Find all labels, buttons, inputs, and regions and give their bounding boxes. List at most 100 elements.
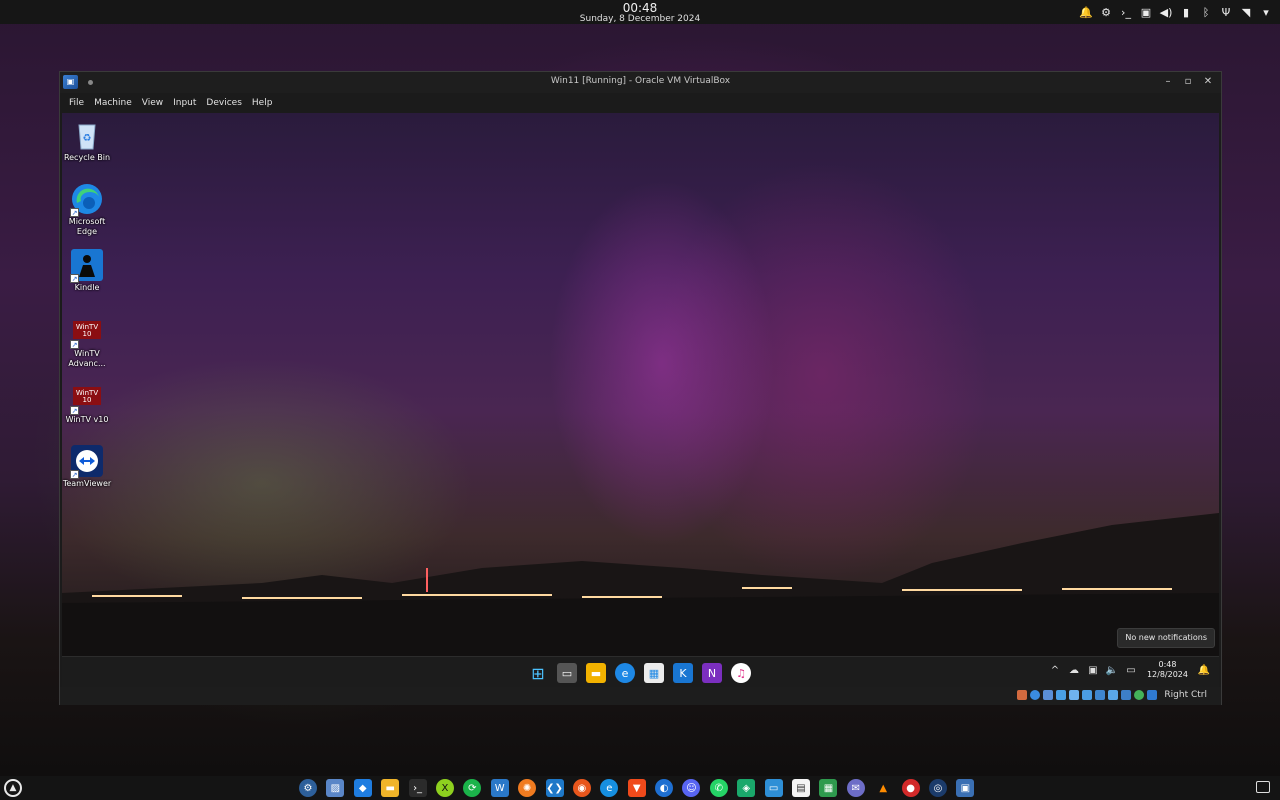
wifi-icon[interactable]: ◥	[1238, 4, 1254, 20]
menu-down-icon[interactable]: ▾	[1258, 4, 1274, 20]
notification-bell-icon[interactable]: 🔔	[1197, 665, 1211, 676]
wintv-icon: WinTV 10 ↗	[70, 315, 103, 349]
guest-additions-icon[interactable]	[1134, 690, 1145, 700]
mouse-integration-icon[interactable]	[1147, 690, 1158, 700]
window-title-bar[interactable]: ▣ Win11 [Running] - Oracle VM VirtualBox…	[60, 72, 1221, 93]
close-button[interactable]: ✕	[1199, 74, 1217, 90]
terminal-app-icon[interactable]: ›_	[408, 779, 427, 797]
guest-clock[interactable]: 0:48 12/8/2024	[1143, 660, 1192, 680]
bell-icon[interactable]: 🔔	[1078, 4, 1094, 20]
edge-browser-icon[interactable]: e	[600, 779, 619, 797]
window-controls: – ▫ ✕	[1159, 74, 1217, 90]
menu-view[interactable]: View	[137, 93, 168, 113]
hard-disk-icon[interactable]	[1017, 690, 1028, 700]
desktop-icon-edge[interactable]: ↗ Microsoft Edge	[62, 183, 112, 237]
maps-icon[interactable]: ◈	[737, 779, 756, 797]
firefox-icon[interactable]: ◉	[572, 779, 591, 797]
desktop-icon-kindle[interactable]: ↗ Kindle	[62, 249, 112, 293]
menu-help[interactable]: Help	[247, 93, 278, 113]
xbox-icon[interactable]: X	[435, 779, 454, 797]
host-system-tray: 🔔 ⚙ ›_ ▣ ◀) ▮ ᛒ Ψ ◥ ▾	[1078, 4, 1274, 20]
windows-start-icon[interactable]: ⊞	[528, 663, 548, 683]
virtualbox-dock-icon[interactable]: ▣	[956, 779, 975, 797]
window-title: Win11 [Running] - Oracle VM VirtualBox	[550, 76, 731, 86]
web-browser-icon[interactable]: ◐	[655, 779, 674, 797]
battery-icon[interactable]: ▭	[1124, 665, 1138, 676]
vlc-icon[interactable]: ▲	[874, 779, 892, 797]
maximize-button[interactable]: ▫	[1179, 74, 1197, 90]
svg-text:10: 10	[83, 396, 92, 404]
software-store-icon[interactable]: ◆	[353, 779, 372, 797]
usb-device-icon[interactable]	[1069, 690, 1080, 700]
vm-status-bar: Right Ctrl	[60, 687, 1221, 705]
edge-taskbar-icon[interactable]: e	[615, 663, 635, 683]
text-editor-icon[interactable]: ▤	[792, 779, 811, 797]
teamviewer-icon: ↗	[70, 445, 103, 479]
wallpaper-landscape	[62, 513, 1219, 656]
terminal-icon[interactable]: ›_	[1118, 4, 1134, 20]
photo-viewer-icon[interactable]: ▨	[326, 779, 345, 797]
menu-devices[interactable]: Devices	[201, 93, 246, 113]
shortcut-arrow-icon: ↗	[70, 470, 79, 479]
chevron-up-icon[interactable]: ^	[1048, 665, 1062, 676]
onedrive-icon[interactable]: ☁	[1067, 665, 1081, 676]
display-icon[interactable]	[1095, 690, 1106, 700]
brave-icon[interactable]: ▼	[627, 779, 646, 797]
desktop-icon-teamviewer[interactable]: ↗ TeamViewer	[62, 445, 112, 489]
desktop-icon-label: WinTV v10	[65, 415, 109, 424]
menu-machine[interactable]: Machine	[89, 93, 137, 113]
battery-icon[interactable]: ▮	[1178, 4, 1194, 20]
notifications-icon[interactable]	[1256, 781, 1270, 793]
messaging-icon[interactable]: ✉	[846, 779, 865, 797]
cpu-icon[interactable]	[1121, 690, 1132, 700]
spreadsheet-icon[interactable]: ▦	[819, 779, 838, 797]
volume-icon[interactable]: 🔈	[1105, 665, 1119, 676]
app-launcher-icon[interactable]: ▲	[4, 779, 22, 797]
remote-desktop-icon[interactable]: ▭	[764, 779, 783, 797]
network-manager-icon[interactable]: ⚙	[1098, 4, 1114, 20]
onenote-icon[interactable]: N	[702, 663, 722, 683]
host-key-label[interactable]: Right Ctrl	[1164, 690, 1207, 700]
desktop-icon-label: WinTV Advanc...	[68, 349, 106, 368]
desktop-icon-wintv-advanced[interactable]: WinTV 10 ↗ WinTV Advanc...	[62, 315, 112, 369]
network-icon[interactable]: ▣	[1086, 665, 1100, 676]
settings-icon[interactable]: ⚙	[299, 779, 317, 797]
volume-icon[interactable]: ◀)	[1158, 4, 1174, 20]
desktop-icon-label: Kindle	[74, 283, 100, 292]
taskbar-pinned-apps: ⊞ ▭ ▬ e ▦ K N ♫	[528, 663, 751, 683]
usb-icon[interactable]: Ψ	[1218, 4, 1234, 20]
video-capture-icon[interactable]	[1108, 690, 1119, 700]
bluetooth-icon[interactable]: ᛒ	[1198, 4, 1214, 20]
vscode-icon[interactable]: ❮❯	[545, 779, 564, 797]
shortcut-arrow-icon: ↗	[70, 406, 79, 415]
file-explorer-icon[interactable]: ▬	[586, 663, 606, 683]
guest-desktop[interactable]: ♻ Recycle Bin ↗ Microsoft Edge ↗ Kindle …	[62, 113, 1219, 656]
discord-icon[interactable]: ☺	[682, 779, 701, 797]
network-adapter-icon[interactable]	[1056, 690, 1067, 700]
desktop-icon-wintv-v10[interactable]: WinTV 10 ↗ WinTV v10	[62, 381, 112, 425]
clipboard-icon[interactable]: ▣	[1138, 4, 1154, 20]
desktop-icon-recycle-bin[interactable]: ♻ Recycle Bin	[62, 119, 112, 163]
red-app-icon[interactable]: ●	[901, 779, 920, 797]
audio-icon[interactable]	[1043, 690, 1054, 700]
menu-file[interactable]: File	[64, 93, 89, 113]
whatsapp-icon[interactable]: ✆	[709, 779, 728, 797]
files-icon[interactable]: ▬	[381, 779, 400, 797]
menu-input[interactable]: Input	[168, 93, 201, 113]
kindle-taskbar-icon[interactable]: K	[673, 663, 693, 683]
desktop-icon-label: Microsoft Edge	[68, 217, 106, 236]
steam-icon[interactable]: ◎	[928, 779, 947, 797]
kindle-icon: ↗	[70, 249, 103, 283]
host-dock: ▲ ⚙ ▨ ◆ ▬ ›_ X ⟳ W ✺ ❮❯ ◉ e ▼ ◐ ☺ ✆ ◈ ▭ …	[0, 776, 1280, 800]
shared-folders-icon[interactable]	[1082, 690, 1093, 700]
notification-toast[interactable]: No new notifications	[1117, 628, 1215, 648]
minimize-button[interactable]: –	[1159, 74, 1177, 90]
microsoft-store-icon[interactable]: ▦	[644, 663, 664, 683]
recycle-bin-icon: ♻	[71, 119, 103, 151]
task-view-icon[interactable]: ▭	[557, 663, 577, 683]
optical-drive-icon[interactable]	[1030, 690, 1041, 700]
writer-icon[interactable]: W	[490, 779, 509, 797]
sync-icon[interactable]: ⟳	[463, 779, 482, 797]
itunes-icon[interactable]: ♫	[731, 663, 751, 683]
sunflower-icon[interactable]: ✺	[518, 779, 537, 797]
